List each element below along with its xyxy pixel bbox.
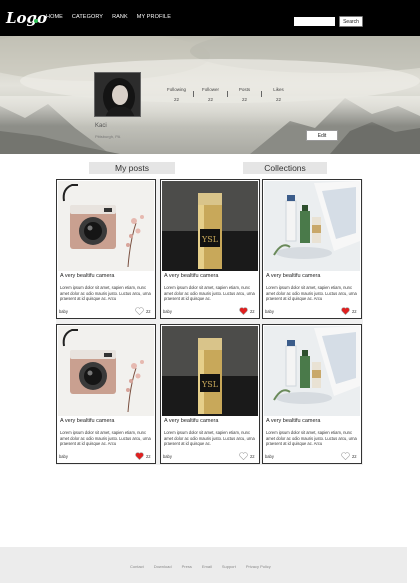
heart-icon[interactable] bbox=[135, 307, 144, 315]
stat-following[interactable]: Following 22 bbox=[160, 87, 193, 102]
stat-follower[interactable]: Follower 22 bbox=[194, 87, 227, 102]
post-like-count: 22 bbox=[352, 309, 357, 314]
post-card[interactable]: YSL A very bealtifu camera Lorem ipsum dol… bbox=[160, 324, 260, 464]
search-input[interactable] bbox=[294, 17, 335, 26]
post-description: Lorem ipsum dolor sit amet, sapien etiam… bbox=[164, 430, 255, 447]
footer-links: Contact Download Press Email Support Pri… bbox=[130, 564, 271, 569]
post-title[interactable]: A very bealtifu camera bbox=[164, 273, 218, 279]
footer-link-press[interactable]: Press bbox=[182, 564, 192, 569]
post-card[interactable]: A very bealtifu camera Lorem ipsum dolor … bbox=[56, 324, 156, 464]
edit-profile-button[interactable]: Edit bbox=[306, 130, 338, 141]
stat-posts[interactable]: Posts 22 bbox=[228, 87, 261, 102]
post-like-count: 22 bbox=[352, 454, 357, 459]
post-card[interactable]: YSL A very bealtifu camera Lorem ipsum dol… bbox=[160, 179, 260, 319]
profile-banner: Kaci Pittsburgh, PA Following 22 Followe… bbox=[0, 36, 420, 154]
nav-my-profile[interactable]: MY PROFILE bbox=[137, 14, 171, 20]
heart-icon[interactable] bbox=[239, 307, 248, 315]
footer-link-privacy-policy[interactable]: Privacy Policy bbox=[246, 564, 271, 569]
heart-icon[interactable] bbox=[239, 452, 248, 460]
posts-grid: A very bealtifu camera Lorem ipsum dolor … bbox=[56, 179, 363, 465]
stat-label: Following bbox=[166, 87, 186, 92]
stat-value: 22 bbox=[207, 97, 213, 102]
post-image[interactable]: YSL bbox=[162, 326, 258, 416]
post-title[interactable]: A very bealtifu camera bbox=[60, 273, 114, 279]
tab-my-posts[interactable]: My posts bbox=[89, 162, 175, 174]
post-title[interactable]: A very bealtifu camera bbox=[266, 418, 320, 424]
stat-label: Likes bbox=[273, 87, 284, 92]
post-card[interactable]: A very bealtifu camera Lorem ipsum dolor … bbox=[262, 324, 362, 464]
post-image[interactable] bbox=[58, 326, 154, 416]
nav-home[interactable]: HOME bbox=[46, 14, 63, 20]
top-navbar: Logo HOME CATEGORY RANK MY PROFILE Searc… bbox=[0, 0, 420, 36]
post-title[interactable]: A very bealtifu camera bbox=[60, 418, 114, 424]
post-author[interactable]: baby bbox=[265, 454, 274, 459]
footer-link-email[interactable]: Email bbox=[202, 564, 212, 569]
post-description: Lorem ipsum dolor sit amet, sapien etiam… bbox=[164, 285, 255, 302]
avatar-portrait bbox=[95, 73, 140, 116]
post-description: Lorem ipsum dolor sit amet, sapien etiam… bbox=[266, 430, 357, 447]
post-like-count: 22 bbox=[250, 309, 255, 314]
post-author[interactable]: baby bbox=[59, 454, 68, 459]
footer: Contact Download Press Email Support Pri… bbox=[0, 547, 407, 583]
post-author[interactable]: baby bbox=[163, 454, 172, 459]
post-card[interactable]: A very bealtifu camera Lorem ipsum dolor … bbox=[56, 179, 156, 319]
post-description: Lorem ipsum dolor sit amet, sapien etiam… bbox=[60, 430, 151, 447]
post-image[interactable] bbox=[58, 181, 154, 271]
avatar[interactable] bbox=[94, 72, 141, 117]
post-image[interactable]: YSL bbox=[162, 181, 258, 271]
post-like-count: 22 bbox=[250, 454, 255, 459]
logo-text: Logo bbox=[6, 9, 48, 27]
footer-link-download[interactable]: Download bbox=[154, 564, 172, 569]
stat-label: Follower bbox=[201, 87, 219, 92]
logo-dot-icon bbox=[34, 19, 38, 23]
post-title[interactable]: A very bealtifu camera bbox=[164, 418, 218, 424]
footer-link-support[interactable]: Support bbox=[222, 564, 236, 569]
post-description: Lorem ipsum dolor sit amet, sapien etiam… bbox=[266, 285, 357, 302]
logo[interactable]: Logo bbox=[6, 2, 47, 34]
post-title[interactable]: A very bealtifu camera bbox=[266, 273, 320, 279]
heart-icon[interactable] bbox=[135, 452, 144, 460]
profile-stats: Following 22 Follower 22 Posts 22 Likes … bbox=[160, 87, 295, 102]
stat-likes[interactable]: Likes 22 bbox=[262, 87, 295, 102]
post-author[interactable]: baby bbox=[265, 309, 274, 314]
stat-label: Posts bbox=[238, 87, 251, 92]
heart-icon[interactable] bbox=[341, 307, 350, 315]
post-like-count: 22 bbox=[146, 309, 151, 314]
post-image[interactable] bbox=[264, 326, 360, 416]
svg-text:YSL: YSL bbox=[201, 235, 219, 244]
post-card[interactable]: A very bealtifu camera Lorem ipsum dolor … bbox=[262, 179, 362, 319]
stat-value: 22 bbox=[241, 97, 247, 102]
post-author[interactable]: baby bbox=[163, 309, 172, 314]
footer-link-contact[interactable]: Contact bbox=[130, 564, 144, 569]
tab-collections[interactable]: Collections bbox=[243, 162, 327, 174]
nav-rank[interactable]: RANK bbox=[112, 14, 128, 20]
post-like-count: 22 bbox=[146, 454, 151, 459]
main-nav: HOME CATEGORY RANK MY PROFILE bbox=[46, 14, 171, 20]
nav-category[interactable]: CATEGORY bbox=[72, 14, 103, 20]
svg-text:YSL: YSL bbox=[201, 380, 219, 389]
post-author[interactable]: baby bbox=[59, 309, 68, 314]
post-image[interactable] bbox=[264, 181, 360, 271]
profile-name: Kaci bbox=[95, 123, 107, 129]
stat-value: 22 bbox=[275, 97, 281, 102]
profile-location: Pittsburgh, PA bbox=[95, 134, 121, 139]
stat-value: 22 bbox=[173, 97, 179, 102]
search-button[interactable]: Search bbox=[339, 16, 363, 27]
heart-icon[interactable] bbox=[341, 452, 350, 460]
post-description: Lorem ipsum dolor sit amet, sapien etiam… bbox=[60, 285, 151, 302]
